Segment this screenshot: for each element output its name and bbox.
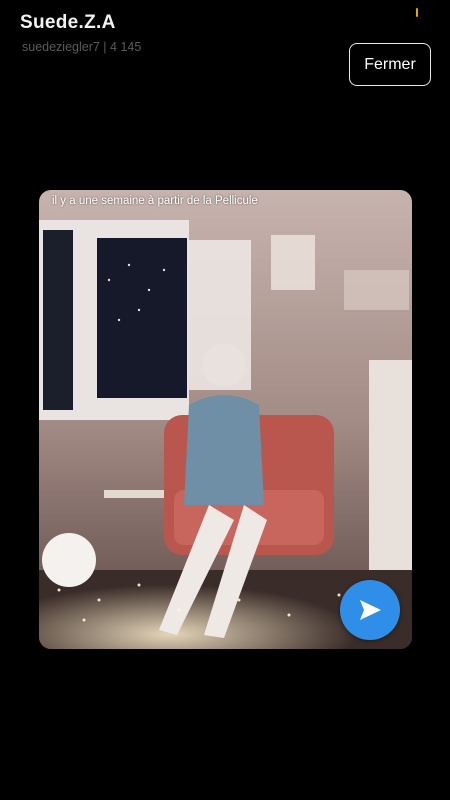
send-arrow-icon [360, 600, 381, 620]
story-title: Suede.Z.A [20, 12, 116, 33]
story-card: il y a une semaine à partir de la Pellic… [39, 190, 412, 649]
status-indicator [416, 8, 418, 17]
close-button[interactable]: Fermer [349, 43, 431, 86]
story-photo [39, 190, 412, 649]
story-header: Suede.Z.A suedeziegler7 | 4 145 Fermer [0, 0, 450, 90]
story-caption: il y a une semaine à partir de la Pellic… [52, 195, 258, 207]
story-subtitle: suedeziegler7 | 4 145 [22, 40, 142, 54]
send-button[interactable] [340, 580, 400, 640]
